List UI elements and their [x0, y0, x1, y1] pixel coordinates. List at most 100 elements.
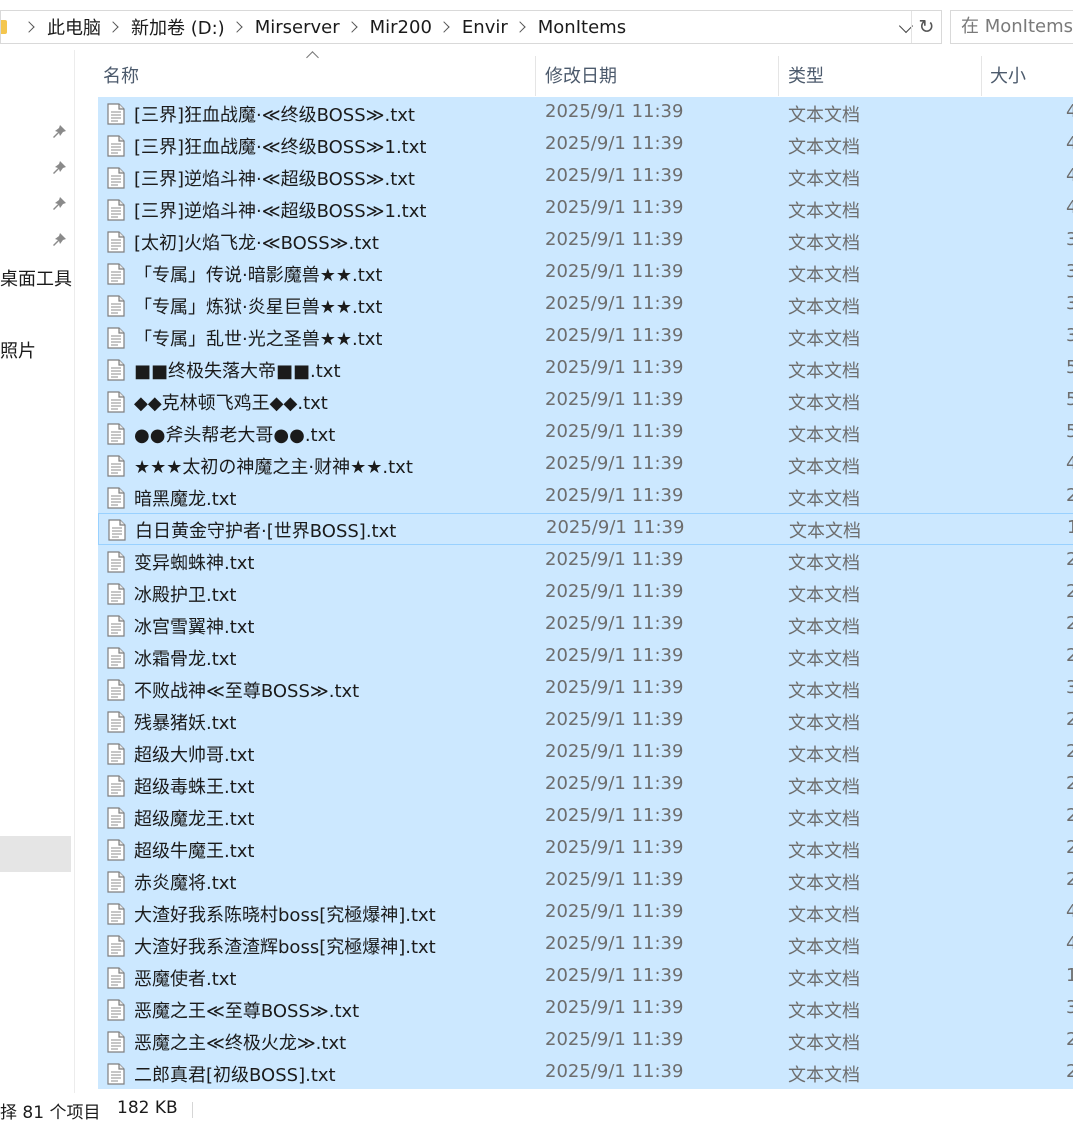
file-row[interactable]: [三界]狂血战魔·≪终级BOSS≫1.txt 2025/9/1 11:39 文本文档…: [98, 129, 1073, 161]
file-row[interactable]: ●●斧头帮老大哥●●.txt 2025/9/1 11:39 文本文档 5: [98, 417, 1073, 449]
pin-icon[interactable]: [51, 232, 67, 248]
file-type: 文本文档: [788, 585, 860, 606]
selection-count: 择 81 个项目: [0, 1103, 101, 1123]
file-row[interactable]: 超级大帅哥.txt 2025/9/1 11:39 文本文档 2: [98, 737, 1073, 769]
file-row[interactable]: 不败战神≪至尊BOSS≫.txt 2025/9/1 11:39 文本文档 3: [98, 673, 1073, 705]
file-type: 文本文档: [788, 937, 860, 958]
pin-icon[interactable]: [51, 160, 67, 176]
file-size: 1: [1067, 517, 1073, 538]
file-row[interactable]: 「专属」炼狱·炎星巨兽★★.txt 2025/9/1 11:39 文本文档 3: [98, 289, 1073, 321]
text-file-icon: [107, 359, 125, 381]
file-row[interactable]: 冰霜骨龙.txt 2025/9/1 11:39 文本文档 2: [98, 641, 1073, 673]
pin-icon[interactable]: [51, 196, 67, 212]
file-size: 4: [1066, 453, 1073, 474]
file-row[interactable]: 冰宫雪翼神.txt 2025/9/1 11:39 文本文档 2: [98, 609, 1073, 641]
file-type: 文本文档: [789, 521, 861, 542]
file-row[interactable]: 冰殿护卫.txt 2025/9/1 11:39 文本文档 2: [98, 577, 1073, 609]
file-size: 2: [1066, 837, 1073, 858]
breadcrumb-item-this-pc[interactable]: 此电脑: [47, 14, 101, 40]
column-header-name[interactable]: 名称: [103, 62, 139, 88]
file-row[interactable]: 恶魔之王≪至尊BOSS≫.txt 2025/9/1 11:39 文本文档 3: [98, 993, 1073, 1025]
file-size: 3: [1066, 293, 1073, 314]
file-type: 文本文档: [788, 489, 860, 510]
column-divider[interactable]: [778, 56, 779, 96]
file-name: 冰宫雪翼神.txt: [134, 617, 255, 638]
breadcrumb-item-mir200[interactable]: Mir200: [370, 17, 432, 38]
file-type: 文本文档: [788, 169, 860, 190]
file-modified-date: 2025/9/1 11:39: [545, 197, 684, 218]
breadcrumb-item-drive[interactable]: 新加卷 (D:): [131, 14, 225, 40]
column-header-type[interactable]: 类型: [788, 62, 824, 88]
file-row[interactable]: 大渣好我系渣渣辉boss[究極爆神].txt 2025/9/1 11:39 文本文档…: [98, 929, 1073, 961]
chevron-right-icon[interactable]: [345, 21, 358, 33]
file-row[interactable]: 「专属」乱世·光之圣兽★★.txt 2025/9/1 11:39 文本文档 3: [98, 321, 1073, 353]
file-size: 2: [1066, 581, 1073, 602]
chevron-right-icon[interactable]: [107, 21, 119, 33]
file-modified-date: 2025/9/1 11:39: [545, 101, 684, 122]
file-row[interactable]: 超级魔龙王.txt 2025/9/1 11:39 文本文档 2: [98, 801, 1073, 833]
file-name: 「专属」炼狱·炎星巨兽★★.txt: [134, 297, 383, 318]
file-modified-date: 2025/9/1 11:39: [545, 261, 684, 282]
file-modified-date: 2025/9/1 11:39: [546, 517, 685, 538]
pane-divider[interactable]: [74, 50, 75, 1093]
column-divider[interactable]: [981, 56, 982, 96]
file-type: 文本文档: [788, 553, 860, 574]
chevron-right-icon[interactable]: [23, 21, 35, 33]
file-type: 文本文档: [788, 425, 860, 446]
file-name: ◆◆克林顿飞鸡王◆◆.txt: [134, 393, 328, 414]
nav-item-desktop-tools[interactable]: 桌面工具: [0, 265, 72, 291]
chevron-right-icon[interactable]: [514, 21, 526, 33]
file-name: [三界]逆焰斗神·≪超级BOSS≫1.txt: [134, 201, 427, 222]
file-name: 「专属」传说·暗影魔兽★★.txt: [134, 265, 383, 286]
column-divider[interactable]: [535, 56, 536, 96]
file-modified-date: 2025/9/1 11:39: [545, 165, 684, 186]
file-row[interactable]: 「专属」传说·暗影魔兽★★.txt 2025/9/1 11:39 文本文档 3: [98, 257, 1073, 289]
pin-icon[interactable]: [51, 124, 67, 140]
text-file-icon: [107, 935, 125, 957]
breadcrumb-item-monitems[interactable]: MonItems: [538, 17, 626, 38]
file-row[interactable]: [三界]狂血战魔·≪终级BOSS≫.txt 2025/9/1 11:39 文本文档 4: [98, 97, 1073, 129]
text-file-icon: [107, 551, 125, 573]
file-row[interactable]: 赤炎魔将.txt 2025/9/1 11:39 文本文档 2: [98, 865, 1073, 897]
address-bar[interactable]: 此电脑 新加卷 (D:) Mirserver Mir200 Envir MonI…: [0, 10, 942, 44]
file-row[interactable]: 大渣好我系陈晓村boss[究極爆神].txt 2025/9/1 11:39 文本文档…: [98, 897, 1073, 929]
file-type: 文本文档: [788, 297, 860, 318]
file-row[interactable]: 白日黄金守护者·[世界BOSS].txt 2025/9/1 11:39 文本文档 1: [98, 513, 1073, 545]
file-size: 5: [1066, 389, 1073, 410]
file-size: 4: [1066, 933, 1073, 954]
refresh-icon[interactable]: ↻: [911, 11, 941, 43]
nav-item-selected[interactable]: [0, 836, 71, 872]
file-row[interactable]: 超级牛魔王.txt 2025/9/1 11:39 文本文档 2: [98, 833, 1073, 865]
file-row[interactable]: 变异蜘蛛神.txt 2025/9/1 11:39 文本文档 2: [98, 545, 1073, 577]
file-row[interactable]: 超级毒蛛王.txt 2025/9/1 11:39 文本文档 2: [98, 769, 1073, 801]
breadcrumb-item-envir[interactable]: Envir: [462, 17, 508, 38]
search-input[interactable]: 在 MonItems 中搜索: [950, 10, 1073, 44]
file-modified-date: 2025/9/1 11:39: [545, 325, 684, 346]
file-row[interactable]: 恶魔之主≪终极火龙≫.txt 2025/9/1 11:39 文本文档 2: [98, 1025, 1073, 1057]
file-row[interactable]: ★★★太初の神魔之主·财神★★.txt 2025/9/1 11:39 文本文档 4: [98, 449, 1073, 481]
file-row[interactable]: 恶魔使者.txt 2025/9/1 11:39 文本文档 1: [98, 961, 1073, 993]
column-header-size[interactable]: 大小: [990, 62, 1026, 88]
chevron-right-icon[interactable]: [438, 21, 450, 33]
file-size: 3: [1066, 229, 1073, 250]
file-row[interactable]: ◆◆克林顿飞鸡王◆◆.txt 2025/9/1 11:39 文本文档 5: [98, 385, 1073, 417]
file-type: 文本文档: [788, 265, 860, 286]
breadcrumb-item-mirserver[interactable]: Mirserver: [255, 17, 340, 38]
file-row[interactable]: 残暴猪妖.txt 2025/9/1 11:39 文本文档 2: [98, 705, 1073, 737]
file-modified-date: 2025/9/1 11:39: [545, 741, 684, 762]
file-name: 残暴猪妖.txt: [134, 713, 237, 734]
file-row[interactable]: 二郎真君[初级BOSS].txt 2025/9/1 11:39 文本文档 2: [98, 1057, 1073, 1089]
file-row[interactable]: 暗黑魔龙.txt 2025/9/1 11:39 文本文档 2: [98, 481, 1073, 513]
file-row[interactable]: [三界]逆焰斗神·≪超级BOSS≫1.txt 2025/9/1 11:39 文本文档…: [98, 193, 1073, 225]
file-modified-date: 2025/9/1 11:39: [545, 1029, 684, 1050]
column-header-date[interactable]: 修改日期: [545, 62, 617, 88]
nav-item-photos[interactable]: 照片: [0, 337, 36, 363]
file-row[interactable]: ■■终极失落大帝■■.txt 2025/9/1 11:39 文本文档 5: [98, 353, 1073, 385]
file-row[interactable]: [太初]火焰飞龙·≪BOSS≫.txt 2025/9/1 11:39 文本文档 3: [98, 225, 1073, 257]
file-size: 5: [1066, 421, 1073, 442]
chevron-right-icon[interactable]: [231, 21, 243, 33]
file-modified-date: 2025/9/1 11:39: [545, 805, 684, 826]
file-row[interactable]: [三界]逆焰斗神·≪超级BOSS≫.txt 2025/9/1 11:39 文本文档 4: [98, 161, 1073, 193]
file-type: 文本文档: [788, 617, 860, 638]
status-bar: 择 81 个项目 182 KB: [0, 1096, 1073, 1127]
